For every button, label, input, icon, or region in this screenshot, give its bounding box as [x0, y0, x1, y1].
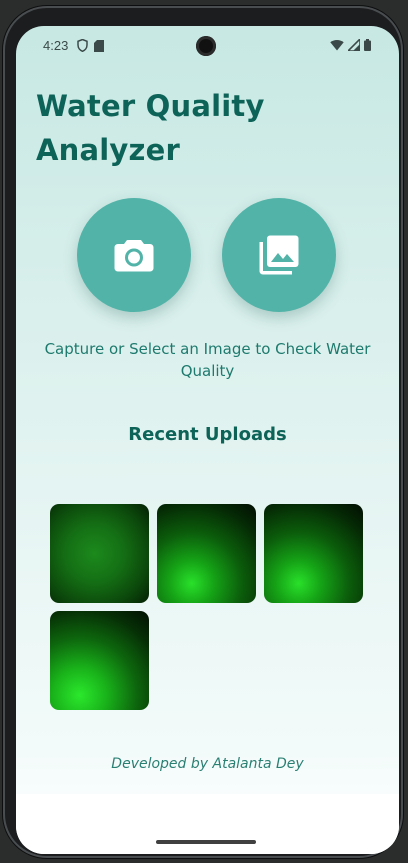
developer-credit: Developed by Atalanta Dey [111, 756, 304, 772]
app-title: Water Quality Analyzer [36, 89, 265, 167]
phone-frame: 4:23 Water Quality Analyzer Capture or S… [3, 6, 403, 858]
battery-icon [364, 39, 371, 51]
status-bar: 4:23 [16, 26, 399, 66]
photo-library-icon [259, 235, 299, 275]
recent-uploads-heading: Recent Uploads [128, 424, 287, 445]
recent-uploads-grid [50, 504, 370, 710]
camera-icon [114, 240, 154, 272]
select-from-gallery-button[interactable] [222, 198, 336, 312]
instruction-text: Capture or Select an Image to Check Wate… [44, 340, 371, 380]
front-camera [196, 36, 216, 56]
navigation-bar [16, 794, 399, 854]
recent-upload-thumbnail[interactable] [50, 504, 149, 603]
capture-image-button[interactable] [77, 198, 191, 312]
recent-upload-thumbnail[interactable] [264, 504, 363, 603]
wifi-icon [330, 39, 344, 51]
shield-icon [77, 39, 88, 52]
status-time: 4:23 [43, 38, 69, 53]
cellular-signal-icon [348, 39, 360, 51]
recent-upload-thumbnail[interactable] [157, 504, 256, 603]
home-gesture-handle[interactable] [156, 840, 256, 844]
app-screen: 4:23 Water Quality Analyzer Capture or S… [16, 26, 399, 854]
recent-upload-thumbnail[interactable] [50, 611, 149, 710]
sim-card-icon [94, 39, 104, 52]
